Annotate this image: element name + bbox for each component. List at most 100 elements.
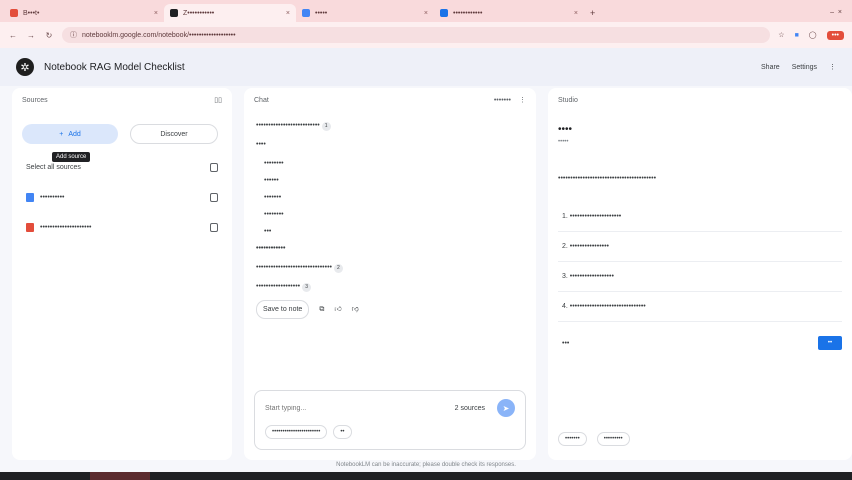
tab-label: •••••••••••• [453, 9, 483, 17]
apps-grid-icon[interactable]: ⋮ [829, 63, 836, 71]
source-actions: + Add Discover [12, 112, 232, 152]
studio-action-button[interactable]: ••••••• [558, 432, 587, 446]
select-all-row[interactable]: Select all sources [12, 152, 232, 182]
tab-favicon-icon [170, 9, 178, 17]
browser-tab[interactable]: •••••••••••• × [434, 4, 584, 22]
message-text: ••••••••••••••••••••••••••••••• 2 [256, 262, 524, 273]
list-item: ••• [264, 228, 272, 235]
tooltip: Add source [52, 152, 91, 162]
list-item: ••••••• [264, 194, 282, 201]
chat-panel-header: Chat ••••••• ⋮ [244, 88, 536, 112]
window-controls[interactable]: – × [830, 9, 842, 16]
source-item-label: ••••••••••••••••••••• [40, 223, 92, 231]
app-header: ✲ Notebook RAG Model Checklist Share Set… [0, 48, 852, 86]
save-to-note-button[interactable]: Save to note [256, 300, 310, 319]
message-subhead: •••• [256, 141, 266, 148]
bookmark-star-icon[interactable]: ☆ [778, 31, 784, 39]
studio-action-button[interactable]: ••••••••• [596, 432, 630, 446]
new-tab-icon[interactable]: + [590, 8, 595, 18]
chat-message: •••••••••••••••••••••••••• 1 •••• ••••••… [244, 112, 536, 327]
thumbs-down-icon[interactable]: 👎︎ [352, 304, 359, 315]
more-suggestions-chip[interactable]: •• [333, 425, 352, 439]
list-item: •••••••• [264, 160, 284, 167]
sources-panel-header: Sources ▯▯ [12, 88, 232, 112]
ask-button[interactable]: •• [818, 336, 842, 350]
copy-icon[interactable]: ⧉ [319, 304, 324, 315]
message-text: •••••••••••••••••••••••••• 1 [256, 120, 524, 131]
studio-panel: Studio •••• ••••• ••••••••••••••••••••••… [548, 88, 852, 460]
more-vert-icon[interactable]: ⋮ [519, 96, 526, 104]
forward-icon[interactable]: → [26, 31, 36, 40]
add-source-label: Add [68, 130, 81, 138]
list-item: •••••• [264, 177, 279, 184]
taskbar-active-indicator[interactable] [90, 472, 150, 480]
browser-tab[interactable]: B•••t• × [4, 4, 164, 22]
back-icon[interactable]: ← [8, 31, 18, 40]
citation-chip[interactable]: 1 [321, 122, 331, 131]
close-icon[interactable]: × [424, 10, 428, 17]
message-intro: •••••••••••••••••••••••••• [256, 122, 320, 129]
message-section-heading: •••••••••••• [256, 245, 286, 252]
notebooklm-logo-icon[interactable]: ✲ [16, 58, 34, 76]
close-icon[interactable]: × [574, 10, 578, 17]
profile-icon[interactable]: ◯ [809, 31, 817, 39]
note-view: •••• ••••• •••••••••••••••••••••••••••••… [548, 112, 852, 356]
tab-label: B•••t• [23, 9, 40, 17]
document-icon [26, 192, 34, 202]
message-paragraph: ••••••••••••••••••••••••••••••• [256, 264, 332, 271]
select-all-label: Select all sources [26, 163, 81, 171]
reload-icon[interactable]: ↻ [44, 31, 54, 40]
browser-tab-active[interactable]: Z••••••••••• × [164, 4, 296, 22]
message-actions: Save to note ⧉ 👍︎ 👎︎ [256, 300, 524, 319]
panel-title: Sources [22, 96, 48, 104]
chat-options[interactable]: ••••••• [494, 97, 511, 104]
select-all-checkbox[interactable] [210, 162, 218, 172]
url-field[interactable]: ⓘ notebooklm.google.com/notebook/•••••••… [62, 27, 771, 43]
extension-icon[interactable]: ■ [795, 32, 799, 39]
citation-chip[interactable]: 2 [333, 264, 343, 273]
close-icon[interactable]: × [154, 10, 158, 17]
site-info-icon[interactable]: ⓘ [70, 30, 77, 40]
suggested-questions: ••••••••••••••••••••••• •• [265, 425, 515, 439]
chat-input-row: 2 sources ➤ [265, 399, 515, 417]
collapse-panel-icon[interactable]: ▯▯ [214, 96, 222, 104]
source-checkbox[interactable] [210, 222, 218, 232]
profile-badge[interactable]: ••• [826, 30, 844, 40]
note-subtitle: ••••• [558, 139, 569, 145]
source-item[interactable]: •••••••••• [12, 182, 232, 212]
source-checkbox[interactable] [210, 192, 218, 202]
browser-tab[interactable]: ••••• × [296, 4, 434, 22]
tab-label: Z••••••••••• [183, 9, 215, 17]
tab-label: ••••• [315, 9, 328, 17]
thumbs-up-icon[interactable]: 👍︎ [334, 304, 341, 315]
source-item-label: •••••••••• [40, 193, 65, 201]
note-title: •••• [558, 124, 573, 135]
note-lead: •••••••••••••••••••••••••••••••••••••••• [558, 175, 657, 182]
discover-button[interactable]: Discover [130, 124, 218, 144]
add-source-button[interactable]: + Add [22, 124, 118, 144]
chat-input-box: 2 sources ➤ ••••••••••••••••••••••• •• [254, 390, 526, 450]
note-list-item: 4. ••••••••••••••••••••••••••••••• [558, 292, 842, 322]
tab-favicon-icon [10, 9, 18, 17]
note-list-item: 3. •••••••••••••••••• [558, 262, 842, 292]
close-icon[interactable]: × [286, 10, 290, 17]
note-list: 1. ••••••••••••••••••••• 2. ••••••••••••… [558, 202, 842, 322]
source-item[interactable]: ••••••••••••••••••••• [12, 212, 232, 242]
send-icon[interactable]: ➤ [497, 399, 515, 417]
notebook-title[interactable]: Notebook RAG Model Checklist [44, 62, 185, 73]
source-count: 2 sources [454, 404, 485, 412]
suggested-question-chip[interactable]: ••••••••••••••••••••••• [265, 425, 328, 439]
url-text: notebooklm.google.com/notebook/•••••••••… [82, 31, 236, 39]
citation-chip[interactable]: 3 [302, 283, 312, 292]
settings-button[interactable]: Settings [792, 64, 817, 71]
header-actions: Share Settings ⋮ [761, 63, 836, 72]
chat-input[interactable] [265, 404, 445, 412]
message-paragraph: •••••••••••••••••• [256, 283, 301, 290]
panel-title: Chat [254, 96, 269, 104]
share-button[interactable]: Share [761, 64, 780, 71]
ask-row: ••• •• [558, 336, 842, 350]
tab-favicon-icon [440, 9, 448, 17]
studio-actions: ••••••• ••••••••• [558, 432, 630, 446]
address-bar-row: ← → ↻ ⓘ notebooklm.google.com/notebook/•… [0, 22, 852, 48]
plus-icon: + [59, 130, 64, 138]
